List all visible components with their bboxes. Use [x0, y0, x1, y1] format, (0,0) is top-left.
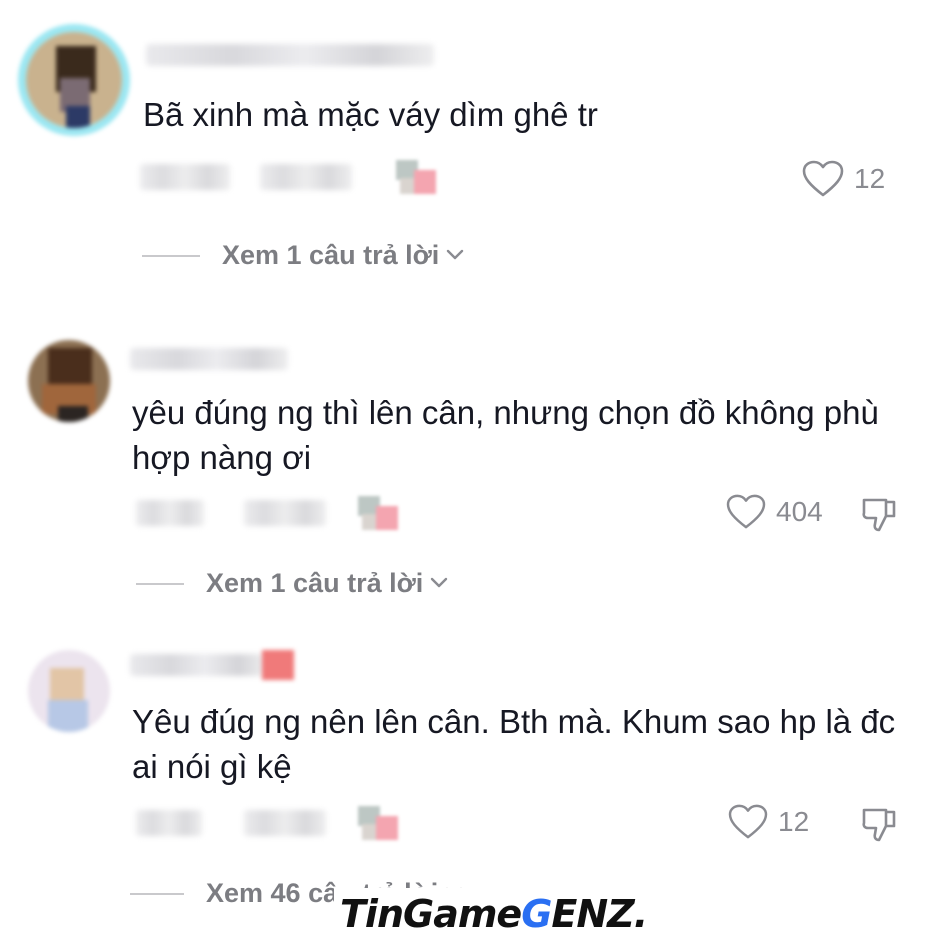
- view-replies-label: Xem 1 câu trả lời: [206, 568, 424, 598]
- username-redacted[interactable]: [146, 44, 434, 66]
- comment-item: Bã xinh mà mặc váy dìm ghê tr 12 Xem 1 c…: [0, 0, 940, 300]
- avatar[interactable]: [28, 340, 110, 422]
- chevron-down-icon: [445, 248, 465, 267]
- reply-action-redacted[interactable]: [244, 810, 326, 836]
- comment-text: yêu đúng ng thì lên cân, nhưng chọn đồ k…: [132, 394, 879, 476]
- heart-outline-icon: [802, 160, 844, 198]
- reaction-emoji-redacted: [396, 160, 436, 196]
- dislike-button[interactable]: [860, 494, 900, 539]
- username-redacted[interactable]: [130, 348, 288, 370]
- avatar[interactable]: [26, 32, 122, 128]
- thumbs-down-icon: [860, 498, 900, 538]
- reply-action-redacted[interactable]: [244, 500, 326, 526]
- like-count: 12: [854, 163, 886, 194]
- view-replies-label: Xem 1 câu trả lời: [222, 240, 440, 270]
- timestamp-redacted: [140, 164, 230, 190]
- like-button[interactable]: 404: [726, 494, 823, 530]
- comment-text: Yêu đúg ng nên lên cân. Bth mà. Khum sao…: [132, 703, 896, 785]
- like-count: 404: [776, 496, 823, 527]
- divider-line: [142, 254, 200, 257]
- divider-line: [136, 582, 184, 585]
- reaction-emoji-redacted: [358, 496, 398, 532]
- view-replies-button[interactable]: Xem 1 câu trả lời: [136, 568, 449, 599]
- like-button[interactable]: 12: [728, 804, 809, 840]
- timestamp-redacted: [136, 810, 202, 836]
- avatar[interactable]: [28, 650, 110, 732]
- chevron-down-icon: [429, 576, 449, 595]
- dislike-button[interactable]: [860, 804, 900, 849]
- comment-item: yêu đúng ng thì lên cân, nhưng chọn đồ k…: [0, 320, 940, 620]
- comment-text: Bã xinh mà mặc váy dìm ghê tr: [143, 96, 598, 133]
- view-replies-button[interactable]: Xem 1 câu trả lời: [142, 240, 465, 271]
- heart-outline-icon: [728, 804, 768, 840]
- thumbs-down-icon: [860, 808, 900, 848]
- like-button[interactable]: 12: [802, 160, 885, 198]
- username-redacted[interactable]: [130, 654, 266, 676]
- reply-action-redacted[interactable]: [260, 164, 352, 190]
- watermark-part-1: TinGame: [340, 892, 522, 936]
- heart-outline-icon: [726, 494, 766, 530]
- like-count: 12: [778, 806, 810, 837]
- watermark-part-3: ENZ.: [551, 892, 648, 936]
- watermark-part-2: G: [521, 892, 552, 936]
- username-badge-redacted: [262, 650, 294, 680]
- divider-line: [130, 892, 184, 895]
- timestamp-redacted: [136, 500, 204, 526]
- reaction-emoji-redacted: [358, 806, 398, 842]
- watermark-logo: TinGame G ENZ.: [334, 888, 654, 940]
